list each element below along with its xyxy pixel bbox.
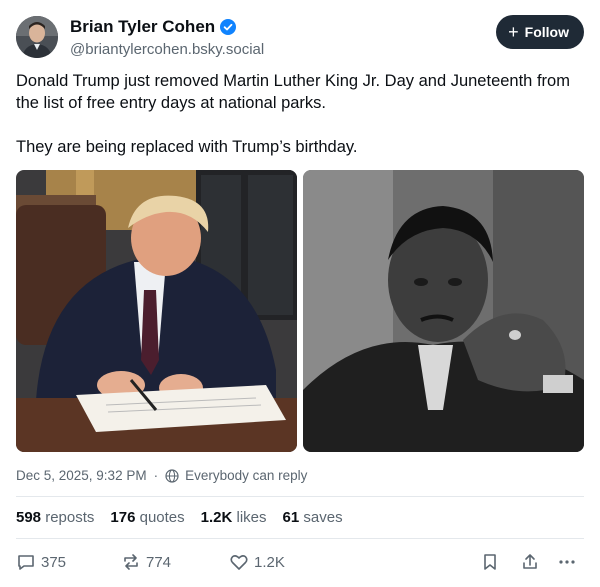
post-stats: 598 reposts 176 quotes 1.2K likes 61 sav…: [16, 509, 343, 526]
timestamp[interactable]: Dec 5, 2025, 9:32 PM: [16, 468, 147, 483]
saves-stat[interactable]: 61 saves: [283, 509, 343, 526]
verified-check-icon: [220, 19, 237, 35]
image-gallery: [16, 170, 584, 452]
repost-count: 774: [146, 553, 172, 571]
repost-icon: [124, 554, 138, 570]
author-info: Brian Tyler Cohen @briantylercohen.bsky.…: [70, 16, 264, 58]
post-header: Brian Tyler Cohen @briantylercohen.bsky.…: [16, 14, 584, 62]
divider: [16, 496, 584, 497]
avatar[interactable]: [16, 16, 58, 58]
post-paragraph: Donald Trump just removed Martin Luther …: [16, 72, 570, 112]
share-button[interactable]: [520, 552, 540, 572]
follow-button[interactable]: + Follow: [496, 15, 584, 49]
like-button[interactable]: 1.2K: [229, 552, 285, 572]
reply-icon: [18, 555, 34, 570]
plus-icon: +: [508, 22, 519, 42]
post-paragraph: They are being replaced with Trump’s bir…: [16, 138, 358, 156]
author-handle[interactable]: @briantylercohen.bsky.social: [70, 41, 264, 58]
reply-count: 375: [41, 553, 67, 571]
globe-icon: [165, 468, 179, 483]
divider: [16, 538, 584, 539]
post-text: Donald Trump just removed Martin Luther …: [16, 70, 586, 180]
like-count: 1.2K: [254, 553, 285, 571]
likes-stat[interactable]: 1.2K likes: [201, 509, 267, 526]
action-bar: 375 774 1.2K: [16, 550, 584, 574]
separator: ·: [153, 468, 159, 483]
follow-label: Follow: [524, 24, 569, 40]
post-image-trump-signing[interactable]: [16, 170, 297, 452]
post-meta: Dec 5, 2025, 9:32 PM · Everybody can rep…: [16, 468, 307, 483]
post-image-mlk-portrait[interactable]: [303, 170, 584, 452]
bookmark-button[interactable]: [480, 552, 500, 572]
share-icon: [523, 554, 537, 569]
reply-setting: Everybody can reply: [185, 468, 308, 483]
more-button[interactable]: [557, 552, 577, 572]
author-name[interactable]: Brian Tyler Cohen: [70, 17, 215, 37]
quotes-stat[interactable]: 176 quotes: [110, 509, 184, 526]
heart-icon: [230, 555, 248, 570]
more-icon: [559, 560, 575, 564]
reply-button[interactable]: 375: [16, 552, 66, 572]
reposts-stat[interactable]: 598 reposts: [16, 509, 94, 526]
bookmark-icon: [484, 554, 496, 570]
repost-button[interactable]: 774: [121, 552, 171, 572]
